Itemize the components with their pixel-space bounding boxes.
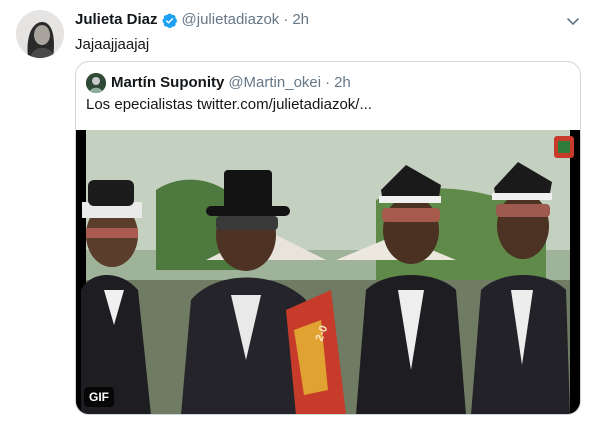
tweet-text: Jajaajjaajaj — [75, 36, 150, 53]
quoted-author-avatar — [86, 73, 106, 93]
quoted-author-handle: @Martin_okei — [228, 74, 322, 91]
quoted-author-display-name: Martín Suponity — [111, 74, 225, 91]
gif-media[interactable]: 2-0 GIF — [76, 130, 580, 414]
more-options-button[interactable] — [565, 13, 581, 29]
author-display-name[interactable]: Julieta Diaz — [75, 11, 158, 29]
quoted-separator-dot: · — [325, 74, 331, 91]
gif-badge: GIF — [84, 387, 114, 407]
separator-dot: · — [283, 11, 289, 28]
quoted-tweet-header: Martín Suponity @Martin_okei · 2h — [86, 73, 351, 93]
gif-frame: 2-0 — [76, 130, 580, 414]
quoted-tweet-text: Los epecialistas twitter.com/julietadiaz… — [86, 96, 372, 113]
author-avatar-image — [16, 10, 64, 58]
author-avatar[interactable] — [16, 10, 64, 58]
author-handle[interactable]: @julietadiazok — [182, 11, 280, 29]
tweet-header: Julieta Diaz @julietadiazok · 2h — [75, 11, 309, 29]
chevron-down-icon — [567, 18, 579, 25]
tweet-timestamp[interactable]: 2h — [292, 11, 309, 29]
verified-badge-icon — [161, 12, 178, 29]
quoted-tweet[interactable]: Martín Suponity @Martin_okei · 2h Los ep… — [75, 61, 581, 415]
tweet: Julieta Diaz @julietadiazok · 2h Jajaajj… — [0, 0, 597, 425]
watermark-logo — [554, 136, 574, 158]
quoted-tweet-timestamp: 2h — [334, 74, 351, 91]
quoted-author-avatar-image — [86, 73, 106, 93]
